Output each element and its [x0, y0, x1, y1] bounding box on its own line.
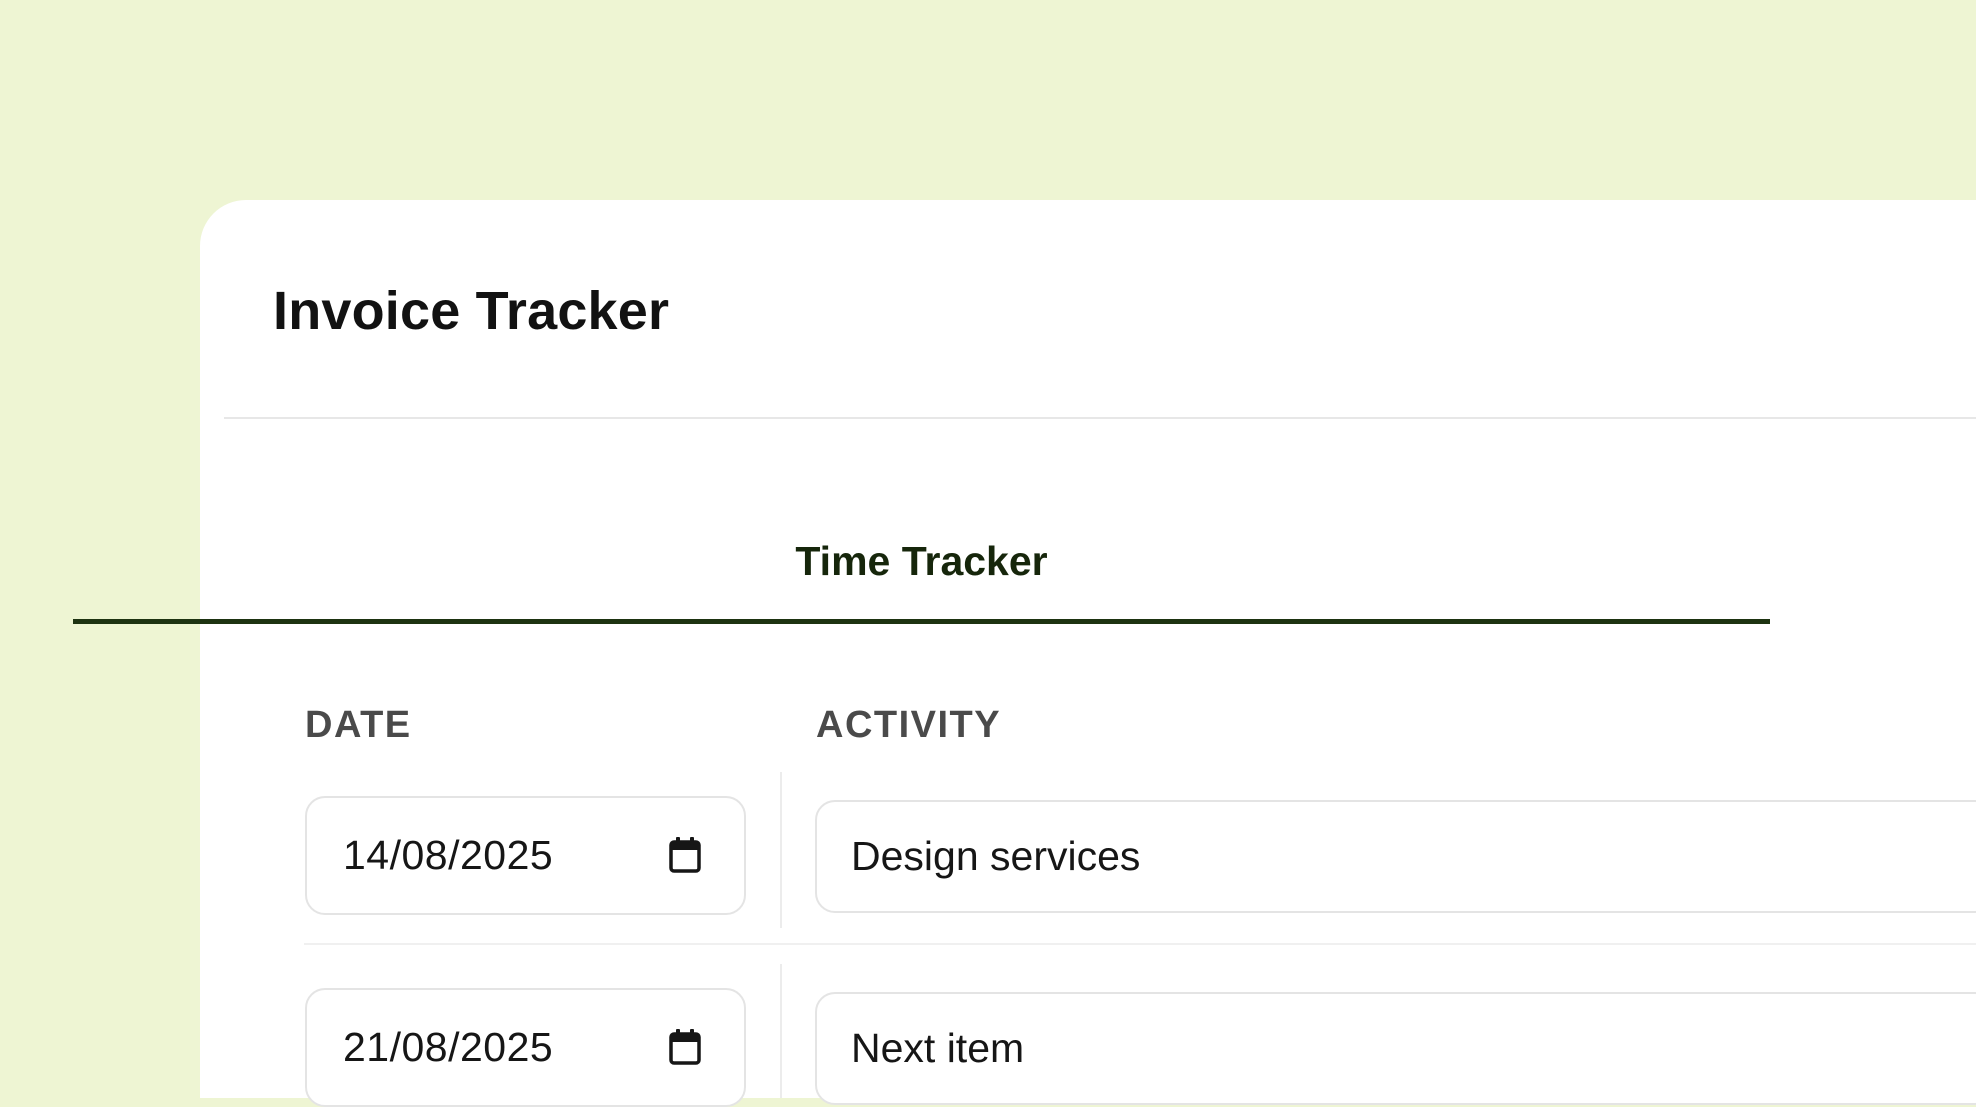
column-header-date: DATE	[305, 704, 412, 746]
calendar-icon[interactable]	[668, 1028, 702, 1066]
date-value: 21/08/2025	[343, 1024, 554, 1070]
column-header-activity: ACTIVITY	[816, 704, 1002, 746]
tab-time-tracker[interactable]: Time Tracker	[73, 520, 1770, 618]
activity-input[interactable]: Next item	[815, 992, 1976, 1105]
date-input[interactable]: 21/08/2025	[305, 988, 746, 1107]
date-value: 14/08/2025	[343, 832, 554, 878]
header-divider	[224, 417, 1976, 419]
column-separator	[780, 772, 782, 928]
activity-value: Design services	[851, 833, 1141, 879]
activity-value: Next item	[851, 1025, 1025, 1071]
tab-label: Time Tracker	[795, 538, 1048, 584]
row-divider	[304, 943, 1976, 945]
main-card: Invoice Tracker	[200, 200, 1976, 1098]
card-header: Invoice Tracker	[200, 200, 1976, 419]
date-input[interactable]: 14/08/2025	[305, 796, 746, 915]
tab-bar: Time Tracker	[73, 520, 1770, 624]
page-title: Invoice Tracker	[273, 281, 670, 341]
calendar-icon[interactable]	[668, 836, 702, 874]
activity-input[interactable]: Design services	[815, 800, 1976, 913]
column-separator	[780, 964, 782, 1098]
active-tab-indicator	[73, 619, 1770, 624]
